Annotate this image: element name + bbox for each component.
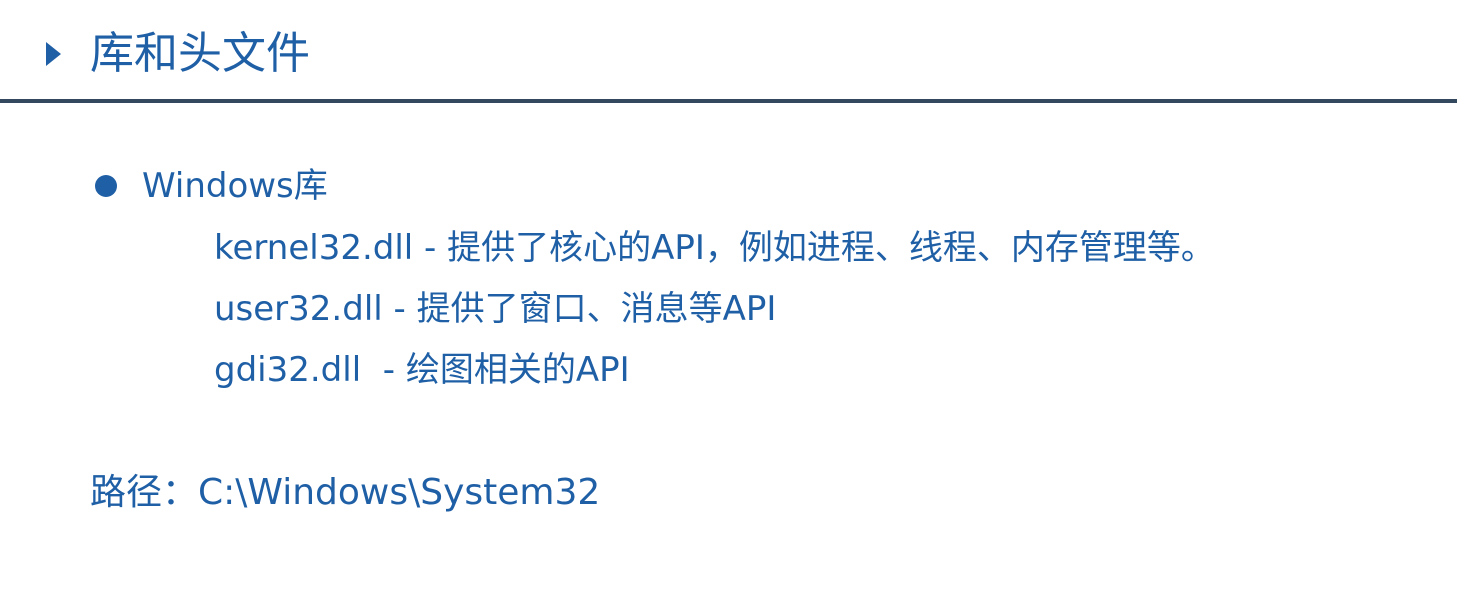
- slide: 库和头文件 Windows库 kernel32.dll - 提供了核心的API，…: [0, 0, 1457, 615]
- triangle-right-icon: [46, 42, 61, 66]
- library-line-gdi32: gdi32.dll - 绘图相关的API: [214, 350, 630, 390]
- title-divider: [0, 99, 1457, 103]
- title-bar: 库和头文件: [0, 0, 1457, 104]
- path-line: 路径：C:\Windows\System32: [90, 472, 601, 513]
- library-line-user32: user32.dll - 提供了窗口、消息等API: [214, 289, 777, 329]
- library-line-kernel32: kernel32.dll - 提供了核心的API，例如进程、线程、内存管理等。: [214, 228, 1215, 268]
- bullet-dot-icon: [95, 175, 117, 197]
- bullet-label: Windows库: [142, 166, 328, 206]
- page-title: 库和头文件: [90, 28, 310, 79]
